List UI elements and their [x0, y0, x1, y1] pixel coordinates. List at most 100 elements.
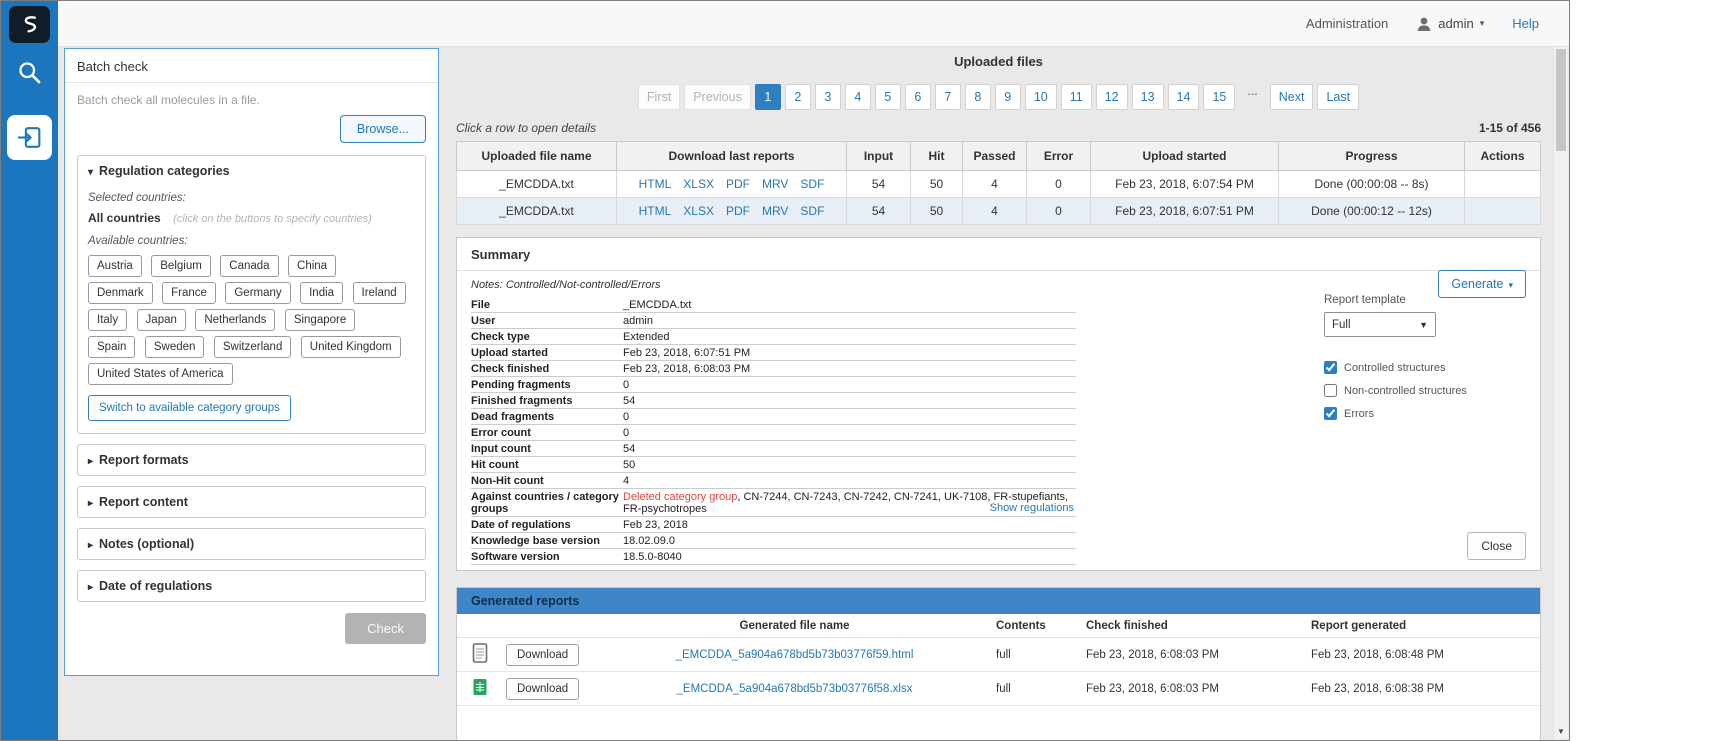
country-button-france[interactable]: France — [162, 282, 216, 304]
batch-check-nav-item[interactable] — [7, 115, 52, 160]
html-report-link[interactable]: HTML — [639, 204, 672, 218]
page-previous-button[interactable]: Previous — [684, 84, 751, 110]
col-generated-file-name: Generated file name — [597, 614, 992, 638]
report-row[interactable]: Download _EMCDDA_5a904a678bd5b73b03776f5… — [457, 638, 1540, 672]
sdf-report-link[interactable]: SDF — [800, 204, 824, 218]
summary-table: File_EMCDDA.txt Useradmin Check typeExte… — [471, 297, 1076, 565]
field-label: Non-Hit count — [471, 473, 623, 489]
errors-checkbox[interactable] — [1324, 407, 1337, 420]
country-button-singapore[interactable]: Singapore — [285, 309, 355, 331]
report-template-select[interactable]: Full ▼ — [1324, 312, 1436, 337]
controlled-structures-option[interactable]: Controlled structures — [1324, 361, 1474, 374]
pdf-report-link[interactable]: PDF — [726, 204, 750, 218]
page-button-13[interactable]: 13 — [1132, 84, 1164, 110]
non-controlled-structures-option[interactable]: Non-controlled structures — [1324, 384, 1474, 397]
input-count: 54 — [847, 171, 911, 198]
file-name: _EMCDDA.txt — [457, 198, 617, 225]
page-button-12[interactable]: 12 — [1096, 84, 1128, 110]
vertical-scrollbar[interactable]: ▼ — [1553, 47, 1568, 739]
user-menu[interactable]: admin ▾ — [1416, 16, 1484, 32]
table-hint-row: Click a row to open details 1-15 of 456 — [456, 121, 1541, 135]
show-regulations-link[interactable]: Show regulations — [990, 502, 1074, 514]
html-report-link[interactable]: HTML — [639, 177, 672, 191]
page-next-button[interactable]: Next — [1270, 84, 1314, 110]
page-button-6[interactable]: 6 — [905, 84, 931, 110]
page-button-3[interactable]: 3 — [815, 84, 841, 110]
country-button-india[interactable]: India — [300, 282, 343, 304]
page-first-button[interactable]: First — [638, 84, 680, 110]
notes-section[interactable]: ▸Notes (optional) — [77, 528, 426, 560]
xlsx-report-link[interactable]: XLSX — [683, 177, 714, 191]
country-button-spain[interactable]: Spain — [88, 336, 135, 358]
sdf-report-link[interactable]: SDF — [800, 177, 824, 191]
table-row[interactable]: _EMCDDA.txt HTMLXLSXPDFMRVSDF 54 50 4 0 … — [457, 171, 1541, 198]
page-button-2[interactable]: 2 — [785, 84, 811, 110]
administration-link[interactable]: Administration — [1306, 16, 1388, 31]
page-button-4[interactable]: 4 — [845, 84, 871, 110]
country-button-ireland[interactable]: Ireland — [353, 282, 406, 304]
field-value: 18.5.0-8040 — [623, 549, 1076, 565]
country-button-china[interactable]: China — [288, 255, 336, 277]
page-button-15[interactable]: 15 — [1203, 84, 1235, 110]
country-button-netherlands[interactable]: Netherlands — [195, 309, 275, 331]
date-of-regulations-section[interactable]: ▸Date of regulations — [77, 570, 426, 602]
page-button-14[interactable]: 14 — [1168, 84, 1200, 110]
close-button[interactable]: Close — [1467, 532, 1526, 560]
download-button[interactable]: Download — [506, 644, 579, 666]
switch-category-groups-button[interactable]: Switch to available category groups — [88, 395, 291, 421]
field-label: Date of regulations — [471, 517, 623, 533]
report-content-section[interactable]: ▸Report content — [77, 486, 426, 518]
check-button[interactable]: Check — [345, 613, 426, 644]
controlled-structures-checkbox[interactable] — [1324, 361, 1337, 374]
regulation-categories-header[interactable]: ▾Regulation categories — [78, 156, 425, 186]
report-formats-section[interactable]: ▸Report formats — [77, 444, 426, 476]
field-value: 0 — [623, 409, 1076, 425]
scroll-down-arrow[interactable]: ▼ — [1554, 724, 1568, 739]
country-button-united-states[interactable]: United States of America — [88, 363, 233, 385]
page-button-9[interactable]: 9 — [995, 84, 1021, 110]
country-button-canada[interactable]: Canada — [220, 255, 278, 277]
download-cell: Download — [502, 672, 597, 706]
page-button-1[interactable]: 1 — [755, 84, 781, 110]
search-icon[interactable] — [16, 59, 43, 86]
country-button-germany[interactable]: Germany — [225, 282, 290, 304]
regulation-categories-section: ▾Regulation categories Selected countrie… — [77, 155, 426, 434]
country-button-austria[interactable]: Austria — [88, 255, 142, 277]
generated-file-link[interactable]: _EMCDDA_5a904a678bd5b73b03776f58.xlsx — [677, 683, 913, 695]
country-button-united-kingdom[interactable]: United Kingdom — [301, 336, 401, 358]
page-button-7[interactable]: 7 — [935, 84, 961, 110]
report-row[interactable]: Download _EMCDDA_5a904a678bd5b73b03776f5… — [457, 672, 1540, 706]
page-last-button[interactable]: Last — [1317, 84, 1359, 110]
country-button-denmark[interactable]: Denmark — [88, 282, 153, 304]
page-button-8[interactable]: 8 — [965, 84, 991, 110]
field-label: Software version — [471, 549, 623, 565]
country-button-sweden[interactable]: Sweden — [145, 336, 205, 358]
col-upload-started: Upload started — [1091, 142, 1279, 171]
against-value: Deleted category group, CN-7244, CN-7243… — [623, 489, 1076, 517]
mrv-report-link[interactable]: MRV — [762, 204, 788, 218]
report-generated-cell: Feb 23, 2018, 6:08:38 PM — [1307, 672, 1540, 706]
browse-button[interactable]: Browse... — [340, 115, 426, 143]
country-button-switzerland[interactable]: Switzerland — [214, 336, 291, 358]
errors-option[interactable]: Errors — [1324, 407, 1474, 420]
check-finished-cell: Feb 23, 2018, 6:08:03 PM — [1082, 672, 1307, 706]
download-cell: Download — [502, 638, 597, 672]
mrv-report-link[interactable]: MRV — [762, 177, 788, 191]
help-link[interactable]: Help — [1512, 16, 1539, 31]
page-button-11[interactable]: 11 — [1061, 84, 1092, 110]
non-controlled-structures-checkbox[interactable] — [1324, 384, 1337, 397]
download-button[interactable]: Download — [506, 678, 579, 700]
generated-file-link[interactable]: _EMCDDA_5a904a678bd5b73b03776f59.html — [676, 649, 914, 661]
page-button-10[interactable]: 10 — [1025, 84, 1057, 110]
app-logo[interactable] — [9, 6, 50, 43]
pdf-report-link[interactable]: PDF — [726, 177, 750, 191]
country-button-japan[interactable]: Japan — [137, 309, 186, 331]
country-button-italy[interactable]: Italy — [88, 309, 127, 331]
uploaded-files-table: Uploaded file name Download last reports… — [456, 141, 1541, 225]
scrollbar-thumb[interactable] — [1556, 49, 1566, 151]
page-button-5[interactable]: 5 — [875, 84, 901, 110]
country-button-belgium[interactable]: Belgium — [151, 255, 211, 277]
xlsx-report-link[interactable]: XLSX — [683, 204, 714, 218]
actions-cell — [1465, 171, 1541, 198]
table-row-selected[interactable]: _EMCDDA.txt HTMLXLSXPDFMRVSDF 54 50 4 0 … — [457, 198, 1541, 225]
